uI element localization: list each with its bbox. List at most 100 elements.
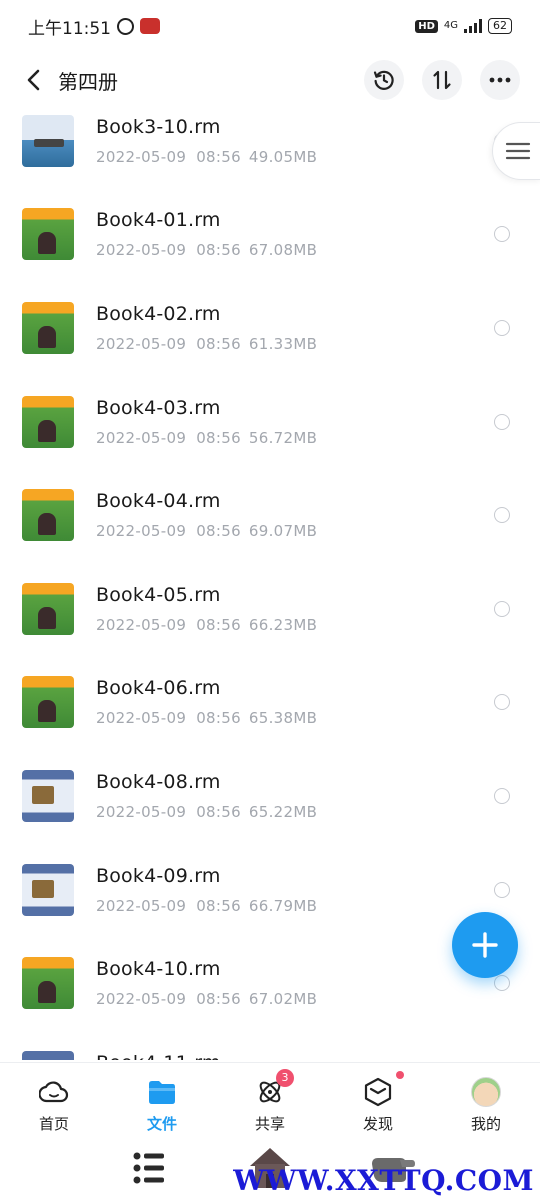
file-name: Book4-09.rm [96, 864, 221, 887]
file-name: Book4-08.rm [96, 770, 221, 793]
file-info: 2022-05-09 08:56 67.08MB [96, 241, 317, 259]
file-info: 2022-05-09 08:56 66.79MB [96, 897, 317, 915]
file-time: 08:56 [196, 990, 241, 1009]
select-radio[interactable] [494, 226, 510, 243]
select-radio[interactable] [494, 787, 510, 804]
file-info: 2022-05-09 08:56 56.72MB [96, 429, 317, 447]
file-meta: Book4-05.rm 2022-05-09 08:56 66.23MB [96, 584, 317, 634]
file-row[interactable]: Book4-06.rm 2022-05-09 08:56 65.38MB [0, 656, 540, 750]
file-list-inner: Book3-10.rm 2022-05-09 08:56 49.05MB Book4… [0, 110, 540, 1060]
file-row[interactable]: Book4-01.rm 2022-05-09 08:56 67.08MB [0, 188, 540, 282]
plus-icon [472, 932, 498, 958]
recent-apps-icon[interactable] [132, 1150, 166, 1186]
nav-me[interactable]: 我的 [432, 1063, 540, 1136]
video-thumbnail [22, 1050, 74, 1060]
file-name: Book4-10.rm [96, 958, 221, 981]
file-name: Book4-02.rm [96, 302, 221, 325]
file-date: 2022-05-09 [96, 147, 187, 166]
file-info: 2022-05-09 08:56 67.02MB [96, 990, 317, 1008]
nav-discover[interactable]: 发现 [324, 1063, 432, 1136]
file-row[interactable]: Book4-09.rm 2022-05-09 08:56 66.79MB [0, 843, 540, 937]
more-button[interactable] [480, 60, 520, 100]
file-meta: Book4-02.rm 2022-05-09 08:56 61.33MB [96, 303, 317, 353]
more-dots-icon [489, 77, 511, 83]
status-time: 上午11:51 [28, 18, 111, 39]
file-info: 2022-05-09 08:56 61.33MB [96, 335, 317, 353]
file-info: 2022-05-09 08:56 66.23MB [96, 616, 317, 634]
status-bar: 上午11:51 HD 4G 62 [0, 0, 540, 52]
video-thumbnail [22, 395, 74, 448]
file-row[interactable]: Book4-03.rm 2022-05-09 08:56 56.72MB [0, 375, 540, 469]
file-meta: Book4-03.rm 2022-05-09 08:56 56.72MB [96, 397, 317, 447]
file-time: 08:56 [196, 709, 241, 728]
file-meta: Book3-10.rm 2022-05-09 08:56 49.05MB [96, 116, 317, 166]
back-button[interactable] [20, 60, 48, 100]
signal-icon [464, 19, 482, 33]
file-size: 69.07MB [248, 522, 318, 541]
video-thumbnail [22, 301, 74, 354]
add-fab-button[interactable] [452, 912, 518, 978]
file-size: 67.02MB [248, 990, 318, 1009]
nav-home[interactable]: 首页 [0, 1063, 108, 1136]
file-time: 08:56 [196, 241, 241, 260]
file-meta: Book4-04.rm 2022-05-09 08:56 69.07MB [96, 490, 317, 540]
discover-new-dot [396, 1071, 404, 1079]
share-count-badge: 3 [276, 1069, 294, 1087]
file-meta: Book4-09.rm 2022-05-09 08:56 66.79MB [96, 865, 317, 915]
battery-icon: 62 [488, 18, 512, 34]
history-clock-icon [373, 70, 394, 90]
video-thumbnail [22, 582, 74, 635]
file-row[interactable]: Book4-05.rm 2022-05-09 08:56 66.23MB [0, 562, 540, 656]
select-radio[interactable] [494, 600, 510, 617]
select-radio[interactable] [494, 694, 510, 711]
file-time: 08:56 [196, 896, 241, 915]
file-row[interactable]: Book4-11.rm [0, 1030, 540, 1060]
video-thumbnail [22, 208, 74, 261]
file-name: Book3-10.rm [96, 115, 221, 138]
alarm-icon [117, 17, 134, 35]
history-button[interactable] [364, 60, 404, 100]
file-meta: Book4-11.rm [96, 1052, 221, 1060]
file-date: 2022-05-09 [96, 990, 187, 1009]
file-size: 67.08MB [248, 241, 318, 260]
file-size: 49.05MB [248, 147, 318, 166]
nav-me-label: 我的 [470, 1115, 501, 1133]
file-name: Book4-03.rm [96, 396, 221, 419]
file-date: 2022-05-09 [96, 241, 187, 260]
bottom-nav: 首页 文件 共享 3 发现 我的 [0, 1062, 540, 1136]
file-info: 2022-05-09 08:56 69.07MB [96, 522, 317, 540]
select-radio[interactable] [494, 881, 510, 898]
nav-share[interactable]: 共享 3 [216, 1063, 324, 1136]
file-row[interactable]: Book3-10.rm 2022-05-09 08:56 49.05MB [0, 110, 540, 188]
file-date: 2022-05-09 [96, 522, 187, 541]
file-row[interactable]: Book4-02.rm 2022-05-09 08:56 61.33MB [0, 281, 540, 375]
file-date: 2022-05-09 [96, 334, 187, 353]
nav-files-label: 文件 [146, 1115, 177, 1133]
sort-button[interactable] [422, 60, 462, 100]
select-radio[interactable] [494, 413, 510, 430]
file-time: 08:56 [196, 428, 241, 447]
top-bar: 第四册 [0, 52, 540, 108]
network-type: 4G [443, 20, 458, 31]
select-radio[interactable] [494, 507, 510, 524]
avatar-wrap [471, 1077, 501, 1107]
file-row[interactable]: Book4-08.rm 2022-05-09 08:56 65.22MB [0, 749, 540, 843]
select-radio[interactable] [494, 319, 510, 336]
video-thumbnail [22, 676, 74, 729]
file-name: Book4-01.rm [96, 209, 221, 232]
video-thumbnail [22, 957, 74, 1010]
video-thumbnail [22, 489, 74, 542]
file-name: Book4-04.rm [96, 490, 221, 513]
file-row[interactable]: Book4-04.rm 2022-05-09 08:56 69.07MB [0, 468, 540, 562]
file-size: 66.79MB [248, 896, 318, 915]
nav-files[interactable]: 文件 [108, 1063, 216, 1136]
select-radio[interactable] [494, 975, 510, 992]
status-right: HD 4G 62 [415, 18, 512, 34]
file-date: 2022-05-09 [96, 615, 187, 634]
back-chevron-icon [27, 69, 40, 91]
file-time: 08:56 [196, 802, 241, 821]
video-thumbnail [22, 863, 74, 916]
sort-arrows-icon [433, 70, 451, 90]
hd-badge: HD [415, 19, 438, 33]
file-name: Book4-11.rm [96, 1052, 221, 1060]
